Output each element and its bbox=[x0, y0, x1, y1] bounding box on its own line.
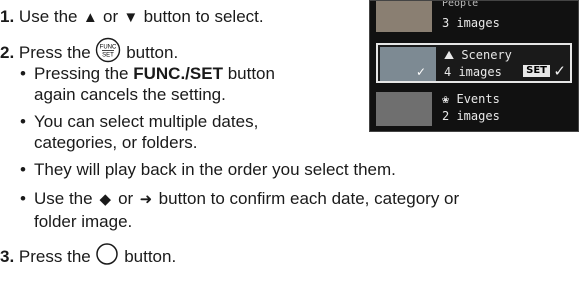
lcd-row-scenery-selected: ✓ ⛰ Scenery 4 images SET ✓ bbox=[376, 43, 572, 83]
scenery-icon: ⛰ bbox=[444, 48, 455, 62]
right-arrow-icon: ➜ bbox=[139, 191, 153, 208]
bullet-dot: • bbox=[20, 64, 26, 83]
scenery-thumbnail: ✓ bbox=[380, 47, 436, 81]
bullet-dot: • bbox=[20, 112, 26, 131]
lcd-row-people: People 3 images bbox=[376, 0, 572, 35]
bullet-1-line-1: Pressing the FUNC./SET button bbox=[34, 64, 275, 83]
camera-lcd-screen: People 3 images ✓ ⛰ Scenery 4 images SET… bbox=[369, 0, 579, 132]
svg-text:FUNC: FUNC bbox=[100, 45, 117, 51]
bullet-1-line-2: again cancels the setting. bbox=[34, 85, 226, 104]
step-1: 1. Use the ▲ or ▼ button to select. bbox=[0, 7, 264, 26]
selected-check-icon: ✓ bbox=[553, 63, 566, 80]
bullet-4-line-2: folder image. bbox=[34, 212, 133, 231]
bullet-dot: • bbox=[20, 189, 26, 208]
events-count: 2 images bbox=[442, 109, 500, 123]
circle-button-icon bbox=[95, 242, 119, 271]
bullet-2-line-2: categories, or folders. bbox=[34, 133, 198, 152]
step-3: 3. Press the button. bbox=[0, 243, 176, 272]
up-arrow-icon: ▲ bbox=[82, 9, 98, 26]
bullet-4-line-1: Use the ◆ or ➜ button to confirm each da… bbox=[34, 189, 460, 208]
scenery-count: 4 images bbox=[444, 65, 502, 79]
svg-text:SET: SET bbox=[103, 53, 115, 59]
left-arrow-icon: ◆ bbox=[99, 191, 112, 208]
events-label: ❀ Events bbox=[442, 92, 500, 106]
people-count: 3 images bbox=[442, 16, 500, 30]
events-thumbnail bbox=[376, 92, 432, 126]
scenery-label: ⛰ Scenery bbox=[444, 48, 512, 62]
bullet-2-line-1: You can select multiple dates, bbox=[34, 112, 259, 131]
people-thumbnail bbox=[376, 1, 432, 32]
events-icon: ❀ bbox=[442, 92, 450, 106]
bullet-3: They will play back in the order you sel… bbox=[34, 160, 396, 179]
people-label: People bbox=[442, 0, 479, 9]
thumbnail-check-icon: ✓ bbox=[416, 65, 427, 79]
set-badge: SET bbox=[523, 65, 550, 77]
bullet-dot: • bbox=[20, 160, 26, 179]
lcd-row-events: ❀ Events 2 images bbox=[376, 89, 572, 129]
down-arrow-icon: ▼ bbox=[123, 9, 139, 26]
